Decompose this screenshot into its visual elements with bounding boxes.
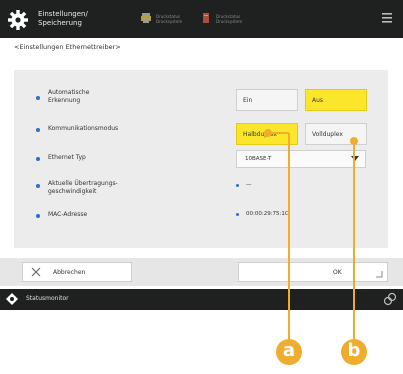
corner-arrow-icon	[376, 271, 383, 278]
full-duplex-button[interactable]: Vollduplex	[305, 123, 367, 145]
auto-detect-off-button[interactable]: Aus	[305, 89, 367, 111]
current-speed-value: —	[246, 182, 252, 188]
status-item-line2: Drucksystem	[156, 19, 183, 24]
status-bar: Statusmonitor	[0, 289, 403, 310]
chevron-down-icon	[351, 156, 359, 161]
current-speed-label-line1: Aktuelle Übertragungs-	[48, 180, 118, 187]
callout-a-letter: a	[282, 340, 296, 361]
ok-button[interactable]: OK	[238, 262, 388, 282]
close-icon	[31, 267, 41, 277]
auto-detect-label-line1: Automatische	[48, 89, 90, 96]
page-subtitle: <Einstellungen Ethernettreiber>	[14, 43, 121, 51]
row-bullet-icon	[36, 96, 40, 100]
row-bullet-icon	[36, 184, 40, 188]
ethernet-type-value: 10BASE-T	[245, 156, 272, 162]
mac-address-value: 00:00:29:75:1C:	[246, 211, 291, 217]
auto-detect-label: Automatische Erkennung	[48, 89, 89, 105]
ethernet-type-label: Ethernet Typ	[48, 154, 86, 161]
screen-title-line2: Speicherung	[38, 19, 82, 27]
value-bullet-icon	[236, 184, 239, 187]
toner-icon	[203, 13, 209, 23]
value-bullet-icon	[236, 213, 239, 216]
cancel-button-label: Abbrechen	[53, 269, 86, 276]
status-monitor-icon[interactable]	[6, 293, 18, 305]
current-speed-label-line2: geschwindigkeit	[48, 188, 97, 195]
row-bullet-icon	[36, 128, 40, 132]
auto-detect-on-button[interactable]: Ein	[236, 89, 298, 111]
mac-address-label: MAC-Adresse	[48, 211, 88, 218]
status-monitor-label[interactable]: Statusmonitor	[26, 295, 69, 302]
auto-detect-label-line2: Erkennung	[48, 97, 81, 104]
half-duplex-button[interactable]: Halbduplex	[236, 123, 298, 145]
status-item-line2: Drucksystem	[216, 19, 243, 24]
cancel-button[interactable]: Abbrechen	[22, 262, 132, 282]
settings-gear-icon[interactable]	[7, 9, 29, 31]
printer-icon	[141, 13, 151, 23]
row-bullet-icon	[36, 157, 40, 161]
screen-title-line1: Einstellungen/	[38, 10, 88, 18]
comm-mode-label: Kommunikationsmodus	[48, 125, 119, 132]
ethernet-type-select[interactable]: 10BASE-T	[236, 150, 366, 168]
current-speed-label: Aktuelle Übertragungs- geschwindigkeit	[48, 180, 118, 196]
device-screen: Einstellungen/ Speicherung Druckstatus D…	[0, 0, 403, 310]
network-icon	[383, 292, 397, 306]
ok-button-label: OK	[333, 269, 342, 276]
callout-b-letter: b	[347, 340, 361, 361]
menu-icon[interactable]	[380, 10, 394, 28]
row-bullet-icon	[36, 214, 40, 218]
top-bar: Einstellungen/ Speicherung Druckstatus D…	[0, 0, 403, 38]
